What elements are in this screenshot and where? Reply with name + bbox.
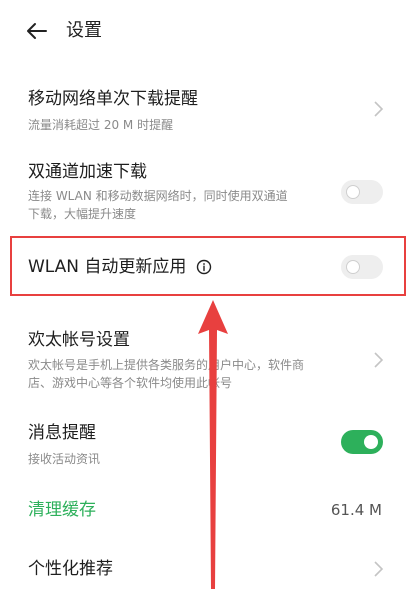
row-subtitle-line1: 欢太帐号是手机上提供各类服务的用户中心，软件商 [28,358,305,372]
info-icon[interactable] [196,259,212,275]
row-subtitle-line2: 下载，大幅提升速度 [28,207,137,221]
header-bar: 设置 [0,0,408,62]
row-title: 个性化推荐 [28,559,113,579]
row-title: 欢太帐号设置 [28,330,130,350]
back-arrow-icon[interactable] [24,18,50,44]
toggle-knob [364,435,378,449]
row-subtitle-line1: 连接 WLAN 和移动数据网络时，同时使用双通道 [28,189,288,203]
toggle-knob [346,260,360,274]
row-title: 双通道加速下载 [28,162,147,182]
chevron-right-icon [374,561,384,577]
row-title: WLAN 自动更新应用 [28,257,187,277]
row-subtitle: 流量消耗超过 20 M 时提醒 [28,118,174,132]
wlan-auto-update-toggle[interactable] [341,255,383,279]
row-subtitle: 接收活动资讯 [28,452,101,466]
row-subtitle-line2: 店、游戏中心等各个软件均使用此帐号 [28,376,233,390]
cache-size-value: 61.4 M [330,501,382,519]
page-title: 设置 [66,20,102,41]
dual-channel-toggle[interactable] [341,180,383,204]
setting-wlan-auto-update: WLAN 自动更新应用 [0,238,408,296]
annotation-arrow [198,300,228,589]
setting-mobile-download-reminder[interactable]: 移动网络单次下载提醒 流量消耗超过 20 M 时提醒 [0,80,408,140]
row-title: 移动网络单次下载提醒 [28,89,198,109]
chevron-right-icon [374,101,384,117]
chevron-right-icon [374,352,384,368]
toggle-knob [346,185,360,199]
row-title: 消息提醒 [28,423,96,443]
message-reminder-toggle[interactable] [341,430,383,454]
setting-dual-channel-download: 双通道加速下载 连接 WLAN 和移动数据网络时，同时使用双通道 下载，大幅提升… [0,155,408,230]
row-title: 清理缓存 [28,500,96,520]
